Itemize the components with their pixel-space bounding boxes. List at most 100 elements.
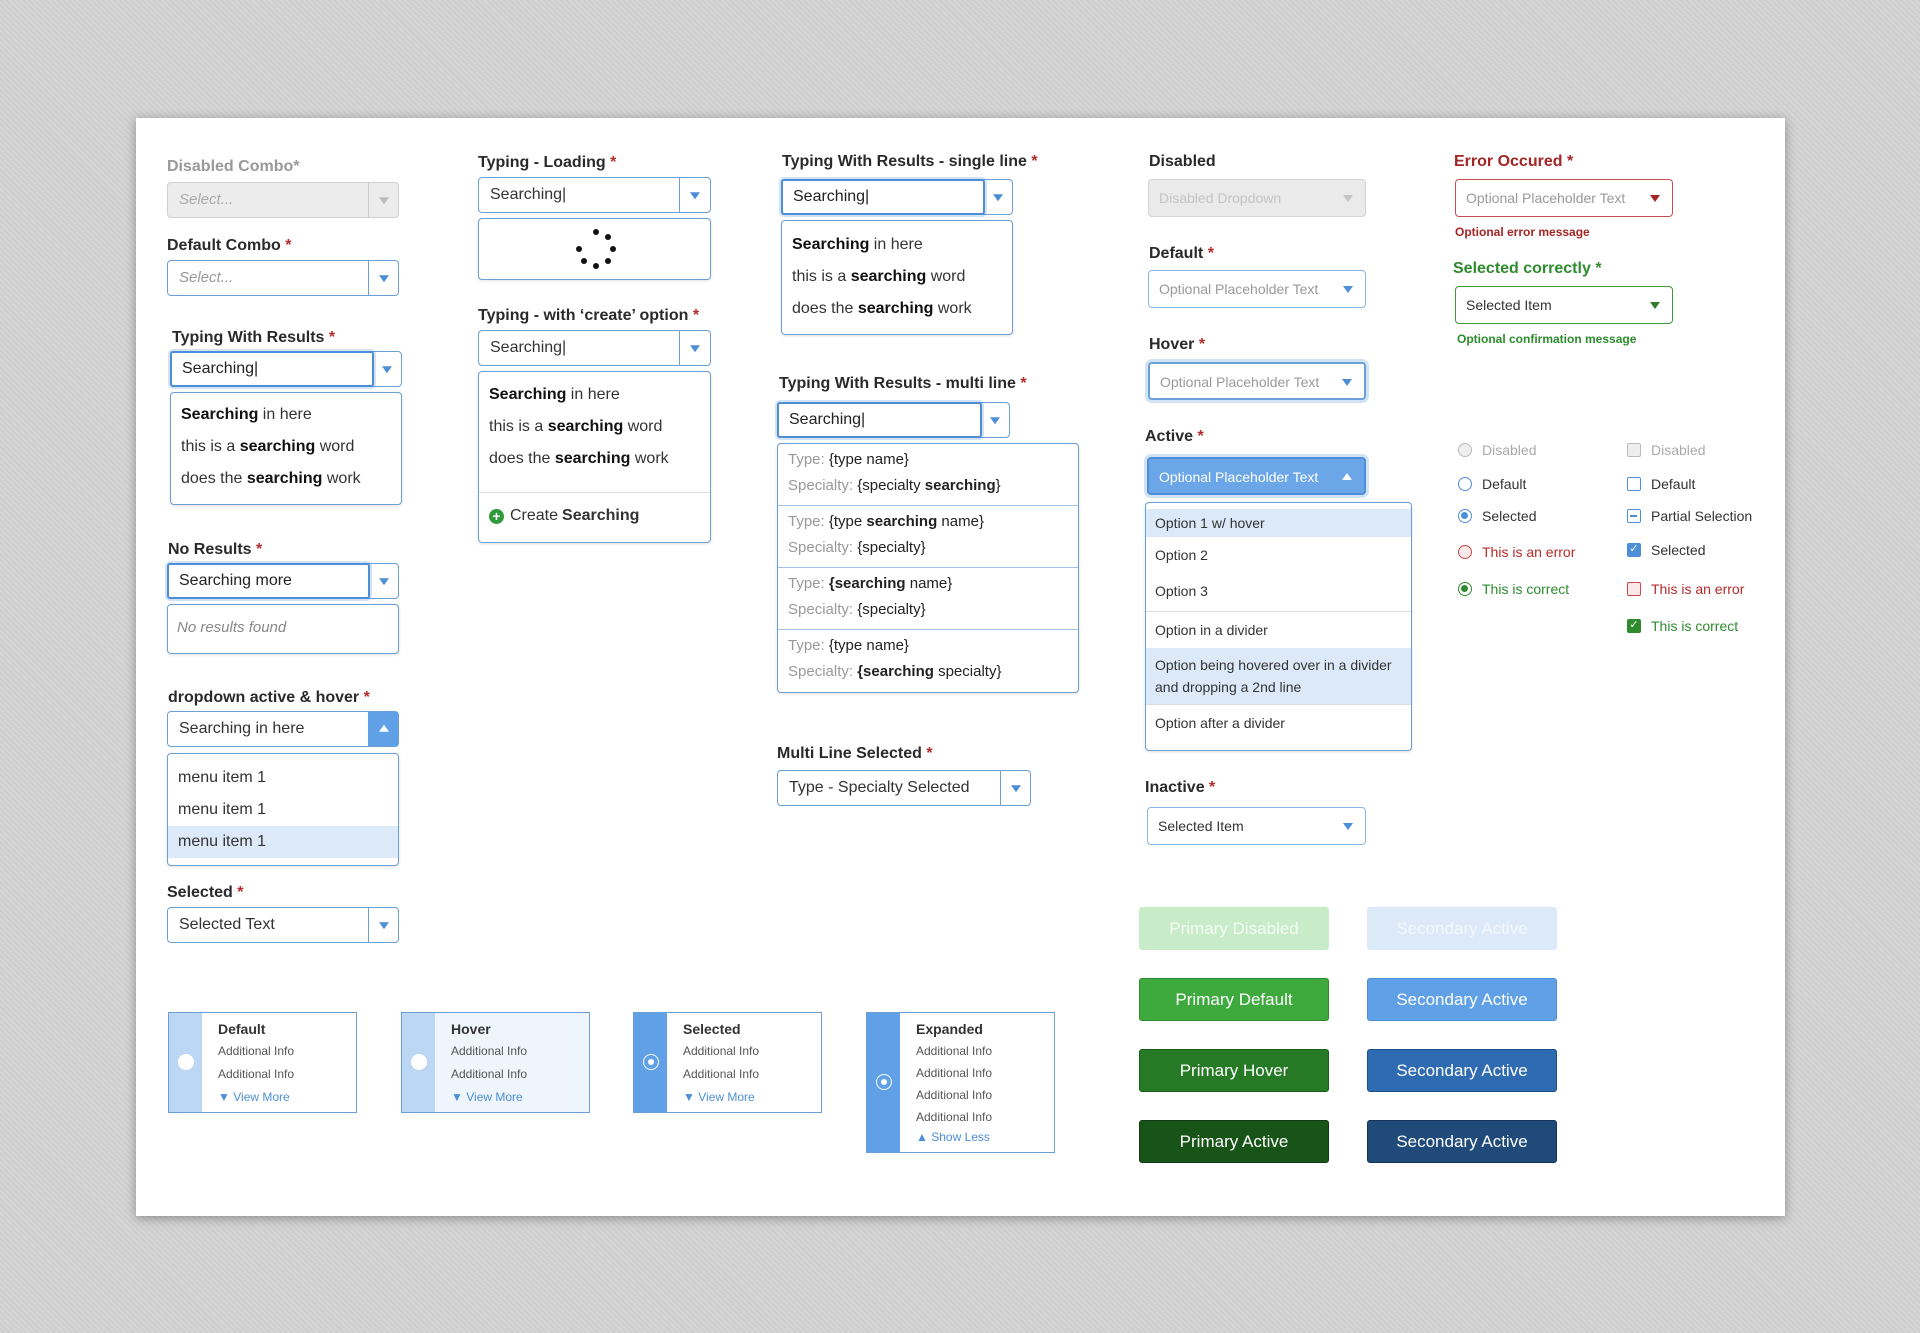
checkmark-icon: ✓ [1627, 543, 1641, 557]
primary-active-button[interactable]: Primary Active [1139, 1120, 1329, 1163]
primary-hover-button[interactable]: Primary Hover [1139, 1049, 1329, 1092]
multi-result-item[interactable]: Type: {searching name} Specialty: {speci… [778, 568, 1078, 630]
multi-selected-combo[interactable]: Type - Specialty Selected [777, 770, 1031, 806]
dropdown-toggle[interactable] [1000, 771, 1030, 805]
option-hover[interactable]: Option 1 w/ hover [1146, 509, 1411, 537]
dropdown-toggle[interactable] [371, 352, 401, 386]
correct-dropdown[interactable]: Selected Item [1455, 286, 1673, 324]
create-combo[interactable]: Searching| [478, 330, 711, 366]
create-term: Searching [562, 507, 640, 524]
active-dropdown[interactable]: Optional Placeholder Text [1147, 457, 1366, 495]
dropdown-toggle[interactable] [368, 908, 398, 942]
result-item[interactable]: does the searching work [782, 293, 1012, 325]
radio-default[interactable]: Default [1458, 476, 1526, 492]
radio-correct[interactable]: This is correct [1458, 581, 1569, 597]
menu-item[interactable]: menu item 1 [168, 794, 398, 826]
combo-placeholder: Select... [179, 269, 234, 286]
create-option[interactable]: + Create Searching [489, 498, 639, 534]
search-input[interactable]: Searching| [777, 402, 982, 438]
dropdown-toggle[interactable] [368, 564, 398, 598]
radio-label: Disabled [1482, 442, 1537, 458]
active-hover-combo[interactable]: Searching in here [167, 711, 399, 747]
chevron-down-icon: ▼ [683, 1090, 695, 1104]
radio-selected[interactable]: Selected [1458, 508, 1536, 524]
checkbox-default[interactable]: Default [1627, 476, 1695, 492]
radio-error[interactable]: This is an error [1458, 544, 1575, 560]
dropdown-value: Optional Placeholder Text [1159, 469, 1319, 485]
view-more-link[interactable]: ▼ View More [218, 1090, 290, 1104]
hover-dd-label: Hover * [1149, 336, 1205, 354]
result-item[interactable]: does the searching work [479, 443, 710, 475]
label-text: Typing With Results - multi line [779, 375, 1016, 392]
inactive-dd-label: Inactive * [1145, 779, 1215, 797]
show-less-link[interactable]: ▲ Show Less [916, 1130, 990, 1144]
checkbox-partial[interactable]: Partial Selection [1627, 508, 1752, 524]
view-more-link[interactable]: ▼ View More [683, 1090, 755, 1104]
selected-label: Selected * [167, 884, 244, 902]
chevron-down-icon [1342, 379, 1352, 386]
option[interactable]: Option 2 [1146, 537, 1411, 573]
checkbox-selected[interactable]: ✓ Selected [1627, 542, 1705, 558]
tile-selected[interactable]: Selected Additional Info Additional Info… [633, 1012, 822, 1113]
option[interactable]: Option 3 [1146, 573, 1411, 609]
combo-value: Type - Specialty Selected [789, 779, 970, 796]
search-input[interactable]: Searching| [781, 179, 985, 215]
no-results-label: No Results * [168, 541, 262, 559]
dropdown-toggle[interactable] [982, 180, 1012, 214]
search-input[interactable]: Searching more [167, 563, 370, 599]
dropdown-toggle[interactable] [679, 178, 710, 212]
multi-result-item[interactable]: Type: {type searching name} Specialty: {… [778, 506, 1078, 568]
required-marker: * [1020, 375, 1027, 392]
radio-selected-icon [876, 1074, 892, 1090]
radio-icon [1458, 509, 1472, 523]
error-dropdown[interactable]: Optional Placeholder Text [1455, 179, 1673, 217]
selected-combo[interactable]: Selected Text [167, 907, 399, 943]
create-prefix: Create [510, 507, 559, 524]
tile-hover[interactable]: Hover Additional Info Additional Info ▼ … [401, 1012, 590, 1113]
checkbox-error[interactable]: This is an error [1627, 581, 1744, 597]
disabled-dropdown: Disabled Dropdown [1148, 179, 1366, 217]
dropdown-toggle[interactable] [368, 261, 398, 295]
result-item[interactable]: this is a searching word [782, 261, 1012, 293]
option-hover[interactable]: Option being hovered over in a divider a… [1146, 648, 1411, 704]
result-item[interactable]: this is a searching word [479, 411, 710, 443]
tile-title: Hover [451, 1021, 491, 1037]
default-dropdown[interactable]: Optional Placeholder Text [1148, 270, 1366, 308]
view-more-link[interactable]: ▼ View More [451, 1090, 523, 1104]
combo-value: Searching in here [179, 720, 305, 737]
result-item[interactable]: Searching in here [479, 379, 710, 411]
chevron-down-icon [1650, 302, 1660, 309]
secondary-hover-button[interactable]: Secondary Active [1367, 1049, 1557, 1092]
result-item[interactable]: Searching in here [171, 399, 401, 431]
secondary-default-button[interactable]: Secondary Active [1367, 978, 1557, 1021]
result-item[interactable]: this is a searching word [171, 431, 401, 463]
option[interactable]: Option after a divider [1146, 705, 1411, 741]
dropdown-toggle[interactable] [368, 712, 398, 746]
multi-result-item[interactable]: Type: {type name} Specialty: {specialty … [778, 444, 1078, 506]
checkbox-label: Disabled [1651, 442, 1706, 458]
input-value: Searching| [793, 188, 870, 205]
dropdown-toggle[interactable] [979, 403, 1009, 437]
result-item[interactable]: Searching in here [782, 229, 1012, 261]
result-item[interactable]: does the searching work [171, 463, 401, 495]
label-text: Hover [1149, 336, 1195, 353]
dropdown-toggle[interactable] [679, 331, 710, 365]
option[interactable]: Option in a divider [1146, 612, 1411, 648]
multi-result-item[interactable]: Type: {type name} Specialty: {searching … [778, 630, 1078, 692]
hover-dropdown[interactable]: Optional Placeholder Text [1148, 362, 1366, 400]
default-combo[interactable]: Select... [167, 260, 399, 296]
menu-item[interactable]: menu item 1 [168, 762, 398, 794]
chevron-down-icon [989, 417, 1000, 425]
search-input[interactable]: Searching| [170, 351, 374, 387]
loading-label: Typing - Loading * [478, 154, 616, 172]
tile-default[interactable]: Default Additional Info Additional Info … [168, 1012, 357, 1113]
loading-combo[interactable]: Searching| [478, 177, 711, 213]
checkbox-correct[interactable]: ✓ This is correct [1627, 618, 1738, 634]
secondary-active-button[interactable]: Secondary Active [1367, 1120, 1557, 1163]
primary-default-button[interactable]: Primary Default [1139, 978, 1329, 1021]
tile-title: Default [218, 1021, 266, 1037]
required-marker: * [285, 237, 292, 254]
inactive-dropdown[interactable]: Selected Item [1147, 807, 1366, 845]
menu-item-hover[interactable]: menu item 1 [168, 826, 398, 858]
tile-expanded[interactable]: Expanded Additional Info Additional Info… [866, 1012, 1055, 1153]
